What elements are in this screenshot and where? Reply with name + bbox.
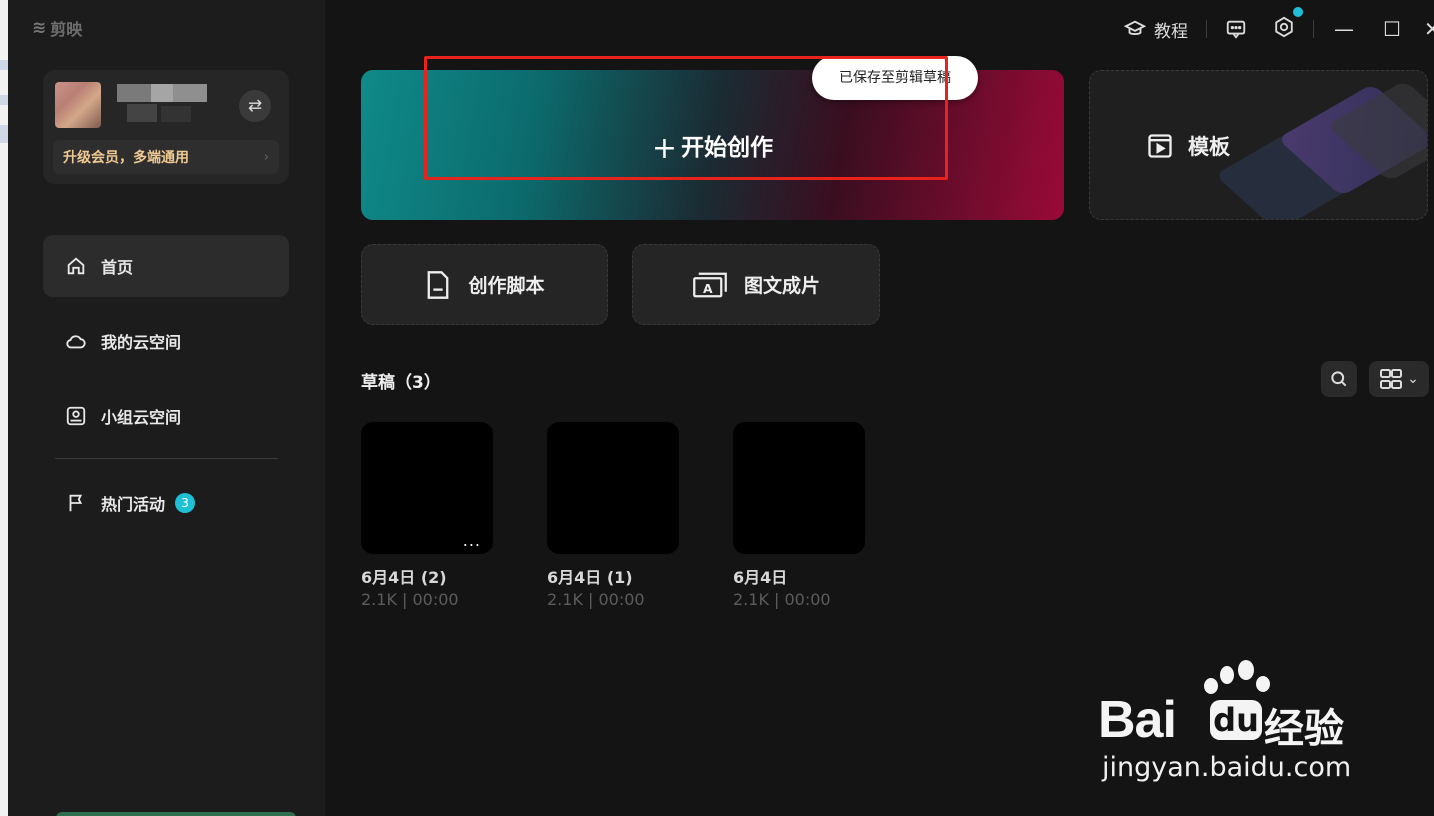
paw-toe	[1220, 666, 1234, 684]
home-icon	[67, 257, 85, 275]
graduation-cap-icon	[1124, 20, 1146, 35]
create-script-button[interactable]: 创作脚本	[361, 244, 608, 325]
group-cloud-icon	[66, 406, 86, 426]
text-to-video-icon: A	[693, 272, 727, 297]
settings-notification-dot	[1293, 6, 1303, 17]
sidebar-item-home[interactable]: 首页	[43, 235, 289, 297]
background-window-edge	[0, 0, 8, 816]
search-icon	[1331, 371, 1347, 387]
draft-meta: 2.1K | 00:00	[733, 590, 831, 609]
grid-view-icon	[1380, 369, 1403, 389]
draft-thumbnail[interactable]: ...	[361, 422, 493, 554]
sidebar-item-group-cloud[interactable]: 小组云空间	[43, 385, 289, 447]
settings-button[interactable]	[1273, 6, 1303, 43]
baidu-jingyan-watermark: Bai du 经验 jingyan.baidu.com	[1098, 660, 1358, 785]
sidebar-item-label: 小组云空间	[101, 408, 182, 427]
sidebar: ≋ 剪映 ⇄ 升级会员，多端通用 › 首页 我的云空间 小组云空间 热门活动 3	[8, 0, 325, 816]
search-drafts-button[interactable]	[1321, 361, 1357, 397]
draft-item[interactable]: 6月4日 2.1K | 00:00	[733, 422, 867, 609]
chevron-right-icon: ›	[263, 149, 269, 165]
edge-fragment	[0, 95, 8, 105]
sidebar-item-label: 热门活动	[101, 495, 166, 514]
maximize-button[interactable]: ☐	[1380, 17, 1404, 41]
paw-toe	[1238, 660, 1254, 680]
avatar[interactable]	[55, 82, 101, 128]
draft-meta: 2.1K | 00:00	[361, 590, 459, 609]
view-mode-toggle[interactable]: ⌄	[1369, 361, 1429, 397]
swap-icon: ⇄	[247, 96, 263, 116]
cloud-icon	[66, 335, 86, 349]
draft-meta: 2.1K | 00:00	[547, 590, 645, 609]
draft-name: 6月4日 (1)	[547, 568, 633, 587]
sidebar-divider	[55, 458, 278, 459]
script-doc-icon	[428, 270, 449, 299]
minimize-button[interactable]: —	[1332, 17, 1356, 41]
title-bar-separator	[1206, 20, 1207, 38]
svg-text:A: A	[703, 281, 713, 295]
draft-thumbnail[interactable]	[733, 422, 865, 554]
watermark-url: jingyan.baidu.com	[1102, 752, 1352, 783]
upgrade-vip-button[interactable]: 升级会员，多端通用 ›	[53, 140, 279, 174]
capcut-logo-icon: ≋	[32, 18, 47, 38]
draft-thumbnail[interactable]	[547, 422, 679, 554]
draft-item[interactable]: ... 6月4日 (2) 2.1K | 00:00	[361, 422, 495, 609]
draft-item[interactable]: 6月4日 (1) 2.1K | 00:00	[547, 422, 681, 609]
watermark-du: du	[1210, 700, 1262, 740]
app-logo: ≋ 剪映	[32, 16, 82, 40]
username-blurred	[117, 84, 207, 128]
user-card: ⇄ 升级会员，多端通用 ›	[43, 70, 289, 184]
create-script-label: 创作脚本	[468, 275, 545, 297]
text-to-video-label: 图文成片	[743, 275, 820, 297]
draft-name: 6月4日	[733, 568, 788, 587]
close-button[interactable]: ✕	[1424, 17, 1434, 41]
watermark-brand: Bai	[1098, 691, 1177, 749]
more-options-icon[interactable]: ...	[463, 533, 481, 549]
edge-fragment	[0, 125, 8, 143]
gear-icon	[1275, 16, 1293, 37]
sidebar-item-label: 我的云空间	[101, 333, 182, 352]
tutorial-button[interactable]: 教程	[1124, 17, 1188, 42]
template-icon	[1148, 134, 1172, 158]
drafts-title: 草稿（3）	[361, 373, 441, 393]
switch-account-button[interactable]: ⇄	[239, 90, 271, 122]
edge-fragment	[0, 60, 8, 70]
paw-toe	[1204, 678, 1218, 694]
upgrade-label: 升级会员，多端通用	[63, 150, 189, 166]
paw-toe	[1256, 676, 1270, 692]
title-bar-controls: 教程 — ☐ ✕	[1124, 6, 1434, 44]
watermark-jingyan: 经验	[1264, 706, 1344, 752]
text-to-video-button[interactable]: A 图文成片	[632, 244, 880, 325]
app-name: 剪映	[50, 20, 83, 39]
sidebar-item-events[interactable]: 热门活动 3	[43, 472, 289, 534]
message-icon[interactable]	[1225, 18, 1247, 40]
template-text: 模板	[1188, 135, 1230, 159]
sidebar-item-my-cloud[interactable]: 我的云空间	[43, 310, 289, 372]
tutorial-label: 教程	[1154, 21, 1188, 42]
highlight-annotation-box	[424, 56, 948, 180]
template-label: 模板	[1146, 131, 1230, 161]
flag-icon	[69, 494, 83, 512]
title-bar-separator	[1313, 20, 1314, 38]
notification-badge: 3	[175, 493, 196, 513]
template-card[interactable]: 模板	[1089, 70, 1428, 220]
sidebar-bottom-bar[interactable]	[56, 812, 296, 816]
chevron-down-icon: ⌄	[1407, 371, 1419, 387]
sidebar-item-label: 首页	[101, 258, 134, 277]
draft-name: 6月4日 (2)	[361, 568, 447, 587]
